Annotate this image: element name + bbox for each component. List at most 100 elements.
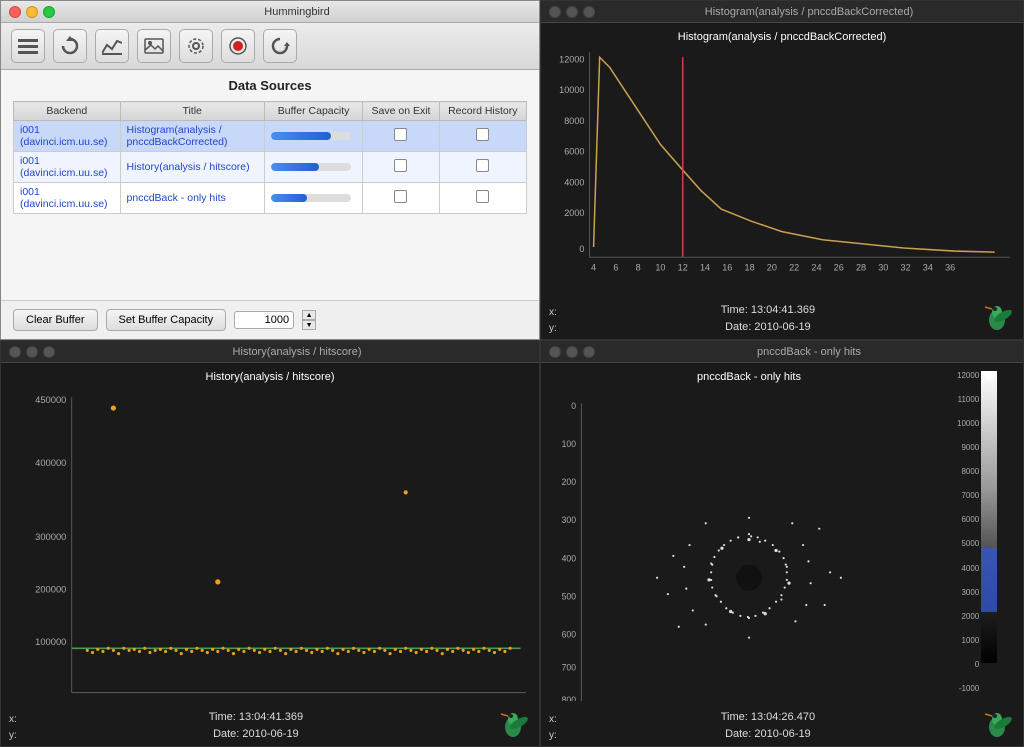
svg-text:700: 700 <box>562 662 577 672</box>
histogram-xy-labels: x: y: <box>549 305 557 337</box>
record-toolbar-button[interactable] <box>221 29 255 63</box>
chart-toolbar-button[interactable] <box>95 29 129 63</box>
cell-backend-1: i001(davinci.icm.uu.se) <box>14 121 121 152</box>
col-backend: Backend <box>14 102 121 121</box>
histogram-y-label: y: <box>549 321 557 337</box>
minimize-button[interactable] <box>26 6 38 18</box>
svg-text:34: 34 <box>923 263 933 273</box>
stepper-up[interactable]: ▲ <box>302 310 316 320</box>
col-record: Record History <box>439 102 526 121</box>
clear-buffer-button[interactable]: Clear Buffer <box>13 309 98 331</box>
svg-text:16: 16 <box>722 263 732 273</box>
settings-toolbar-button[interactable] <box>179 29 213 63</box>
pnccd-footer: x: y: Time: 13:04:26.470 Date: 2010-06-1… <box>541 701 1023 746</box>
cell-save-1[interactable] <box>363 121 439 152</box>
svg-text:10: 10 <box>655 263 665 273</box>
histogram-date: Date: 2010-06-19 <box>721 319 815 337</box>
pnccd-x-label: x: <box>549 712 557 728</box>
table-row[interactable]: i001(davinci.icm.uu.se) Histogram(analys… <box>14 121 527 152</box>
list-toolbar-button[interactable] <box>11 29 45 63</box>
cell-record-1[interactable] <box>439 121 526 152</box>
maximize-button[interactable] <box>43 346 55 358</box>
buffer-value-input[interactable] <box>234 311 294 329</box>
cell-buffer-3[interactable] <box>264 183 363 214</box>
history-y-label: y: <box>9 728 17 744</box>
close-button[interactable] <box>9 6 21 18</box>
hummingbird-window: Hummingbird <box>0 0 540 340</box>
minimize-button[interactable] <box>566 346 578 358</box>
close-button[interactable] <box>549 346 561 358</box>
svg-text:12: 12 <box>678 263 688 273</box>
refresh2-toolbar-button[interactable] <box>263 29 297 63</box>
pnccd-colorscale: 12000 11000 10000 9000 8000 7000 6000 50… <box>953 363 1023 701</box>
history-window: History(analysis / hitscore) History(ana… <box>0 340 540 747</box>
cell-backend-3: i001(davinci.icm.uu.se) <box>14 183 121 214</box>
pnccd-title-bar: pnccdBack - only hits <box>541 341 1023 363</box>
table-row[interactable]: i001(davinci.icm.uu.se) History(analysis… <box>14 152 527 183</box>
stepper-down[interactable]: ▼ <box>302 320 316 330</box>
cell-save-3[interactable] <box>363 183 439 214</box>
svg-text:100000: 100000 <box>35 636 66 647</box>
col-save: Save on Exit <box>363 102 439 121</box>
history-footer: x: y: Time: 13:04:41.369 Date: 2010-06-1… <box>1 701 539 746</box>
pnccd-chart-content: pnccdBack - only hits 0 100 200 300 400 … <box>541 363 1023 701</box>
pnccd-traffic-lights <box>549 346 595 358</box>
history-chart-content: History(analysis / hitscore) 450000 4000… <box>1 363 539 701</box>
minimize-button[interactable] <box>566 6 578 18</box>
pnccd-main-chart[interactable]: pnccdBack - only hits 0 100 200 300 400 … <box>541 363 953 701</box>
close-button[interactable] <box>549 6 561 18</box>
history-date: Date: 2010-06-19 <box>209 726 303 744</box>
hummingbird-title-text: Hummingbird <box>63 6 531 18</box>
history-chart-title: History(analysis / hitscore) <box>9 371 531 383</box>
svg-text:100: 100 <box>562 439 577 449</box>
histogram-chart-area[interactable]: 12000 10000 8000 6000 4000 2000 0 4 6 8 … <box>549 47 1015 293</box>
svg-text:32: 32 <box>901 263 911 273</box>
history-x-label: x: <box>9 712 17 728</box>
close-button[interactable] <box>9 346 21 358</box>
svg-text:6: 6 <box>613 263 618 273</box>
panel-title: Data Sources <box>13 78 527 93</box>
svg-text:8: 8 <box>636 263 641 273</box>
data-sources-table: Backend Title Buffer Capacity Save on Ex… <box>13 101 527 214</box>
set-buffer-capacity-button[interactable]: Set Buffer Capacity <box>106 309 227 331</box>
pnccd-scale-container: 12000 11000 10000 9000 8000 7000 6000 50… <box>957 371 1019 693</box>
cell-buffer-1[interactable] <box>264 121 363 152</box>
history-time: Time: 13:04:41.369 <box>209 709 303 727</box>
svg-text:20: 20 <box>767 263 777 273</box>
svg-text:500: 500 <box>562 591 577 601</box>
svg-text:400: 400 <box>562 553 577 563</box>
histogram-window: Histogram(analysis / pnccdBackCorrected)… <box>540 0 1024 340</box>
cell-record-2[interactable] <box>439 152 526 183</box>
hummingbird-logo-histogram <box>979 298 1015 337</box>
pnccd-window: pnccdBack - only hits pnccdBack - only h… <box>540 340 1024 747</box>
cell-title-3: pnccdBack - only hits <box>120 183 264 214</box>
gradient-selection[interactable] <box>981 548 997 612</box>
history-title-bar: History(analysis / hitscore) <box>1 341 539 363</box>
pnccd-xy-labels: x: y: <box>549 712 557 744</box>
pnccd-time: Time: 13:04:26.470 <box>721 709 815 727</box>
pnccd-scatter-area[interactable]: 0 100 200 300 400 500 600 700 800 900 10… <box>549 387 949 701</box>
maximize-button[interactable] <box>583 6 595 18</box>
history-traffic-lights <box>9 346 55 358</box>
history-chart-area[interactable]: 450000 400000 300000 200000 100000 <box>9 387 531 701</box>
maximize-button[interactable] <box>43 6 55 18</box>
svg-text:4: 4 <box>591 263 596 273</box>
svg-text:26: 26 <box>834 263 844 273</box>
cell-buffer-2[interactable] <box>264 152 363 183</box>
maximize-button[interactable] <box>583 346 595 358</box>
col-title: Title <box>120 102 264 121</box>
table-row[interactable]: i001(davinci.icm.uu.se) pnccdBack - only… <box>14 183 527 214</box>
image-toolbar-button[interactable] <box>137 29 171 63</box>
pnccd-scale-labels: 12000 11000 10000 9000 8000 7000 6000 50… <box>957 371 979 693</box>
svg-text:4000: 4000 <box>564 177 584 187</box>
svg-text:300000: 300000 <box>35 531 66 542</box>
pnccd-date: Date: 2010-06-19 <box>721 726 815 744</box>
svg-text:22: 22 <box>789 263 799 273</box>
cell-save-2[interactable] <box>363 152 439 183</box>
minimize-button[interactable] <box>26 346 38 358</box>
buffer-stepper[interactable]: ▲ ▼ <box>302 310 316 330</box>
data-sources-panel: Data Sources Backend Title Buffer Capaci… <box>1 70 539 300</box>
cell-record-3[interactable] <box>439 183 526 214</box>
svg-text:400000: 400000 <box>35 457 66 468</box>
refresh-toolbar-button[interactable] <box>53 29 87 63</box>
